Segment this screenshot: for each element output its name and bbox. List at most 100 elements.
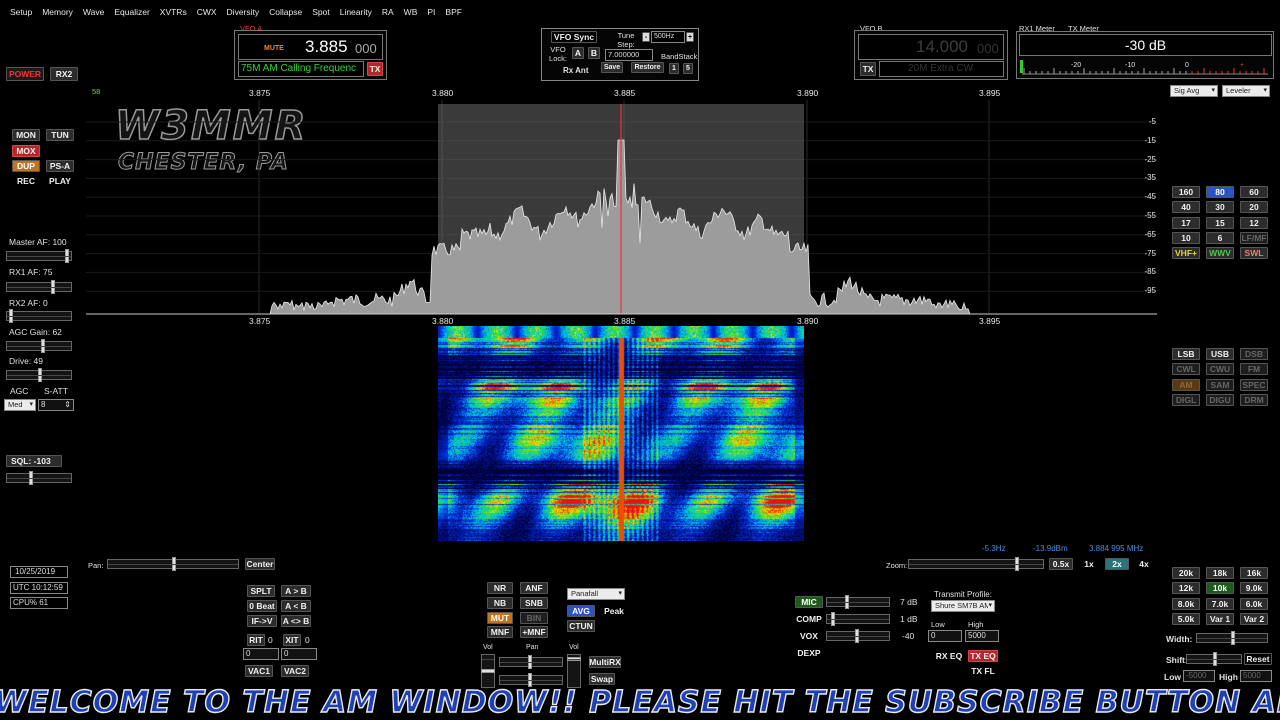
tune-step-value[interactable]: 500Hz [651,31,685,43]
menu-item-diversity[interactable]: Diversity [222,7,265,17]
menu-item-memory[interactable]: Memory [37,7,78,17]
pan-slider[interactable] [107,557,239,571]
band-button-swl[interactable]: SWL [1240,247,1268,260]
mode-button-drm[interactable]: DRM [1240,393,1268,406]
tx-fl-button[interactable]: TX FL [968,665,998,677]
rx1-af-slider[interactable] [6,280,72,294]
rit-button[interactable]: RIT [247,634,265,646]
menu-item-spot[interactable]: Spot [307,7,335,17]
rx2-af-slider[interactable] [6,309,72,323]
zoom-1x-button[interactable]: 1x [1077,558,1101,570]
menu-item-ra[interactable]: RA [377,7,399,17]
filter-button-16k[interactable]: 16k [1240,567,1268,579]
mic-gain-slider[interactable] [826,595,890,609]
rx-meter-mode-select[interactable]: Sig Avg ▾ [1170,85,1218,97]
filter-button-var-1[interactable]: Var 1 [1206,612,1234,625]
menu-item-linearity[interactable]: Linearity [335,7,377,17]
a-to-b-button[interactable]: A > B [281,585,311,597]
band-button-30[interactable]: 30 [1206,201,1234,214]
zoom-0-5x-button[interactable]: 0.5x [1049,558,1073,570]
menu-item-wb[interactable]: WB [399,7,423,17]
vfo-sync-button[interactable]: VFO Sync [551,31,597,43]
menu-item-setup[interactable]: Setup [5,7,37,17]
filter-button-20k[interactable]: 20k [1172,567,1200,579]
rx-ant-label[interactable]: Rx Ant [563,66,588,75]
menu-item-equalizer[interactable]: Equalizer [109,7,154,17]
b-to-a-button[interactable]: A < B [281,600,311,612]
drive-slider[interactable] [6,368,72,382]
power-button[interactable]: POWER [6,67,44,81]
zero-beat-button[interactable]: 0 Beat [247,600,277,612]
zoom-2x-button[interactable]: 2x [1105,558,1129,570]
vox-button[interactable]: VOX [795,630,823,642]
vox-slider[interactable] [826,629,890,643]
vfo-b-tx-button[interactable]: TX [860,62,876,76]
agc-gain-slider[interactable] [6,339,72,353]
filter-button-12k[interactable]: 12k [1172,582,1200,595]
mode-button-lsb[interactable]: LSB [1172,348,1200,360]
band-button-17[interactable]: 17 [1172,216,1200,229]
menu-item-xvtrs[interactable]: XVTRs [155,7,192,17]
mode-button-usb[interactable]: USB [1206,348,1234,360]
band-button-lf-mf[interactable]: LF/MF [1240,231,1268,244]
rx1-pan-slider[interactable] [499,655,563,669]
tx-meter-mode-select[interactable]: Leveler ▾ [1222,85,1270,97]
band-button-60[interactable]: 60 [1240,186,1268,198]
filter-button-6-0k[interactable]: 6.0k [1240,597,1268,610]
tun-button[interactable]: TUN [46,129,74,141]
psa-button[interactable]: PS-A [46,160,74,172]
tx-eq-button[interactable]: TX EQ [968,650,998,662]
nr-button[interactable]: NR [487,582,513,594]
a-swap-b-button[interactable]: A <> B [281,615,311,627]
vac1-button[interactable]: VAC1 [245,665,273,677]
width-slider[interactable] [1196,631,1268,645]
menu-item-collapse[interactable]: Collapse [264,7,307,17]
filter-button-var-2[interactable]: Var 2 [1240,612,1268,625]
filter-button-9-0k[interactable]: 9.0k [1240,582,1268,595]
restore-button[interactable]: Restore [631,62,664,73]
menu-item-cwx[interactable]: CWX [192,7,222,17]
mode-button-dsb[interactable]: DSB [1240,348,1268,360]
band-button-wwv[interactable]: WWV [1206,247,1234,260]
snb-button[interactable]: SNB [520,597,548,609]
master-af-slider[interactable] [6,249,72,263]
menu-item-wave[interactable]: Wave [78,7,109,17]
filter-button-7-0k[interactable]: 7.0k [1206,597,1234,610]
band-button-15[interactable]: 15 [1206,216,1234,229]
dup-button[interactable]: DUP [12,160,40,172]
shift-reset-button[interactable]: Reset [1244,653,1272,665]
rx1-vol-slider[interactable] [481,654,495,688]
tune-step-up[interactable]: + [686,32,694,42]
vfo-lock-b-button[interactable]: B [588,47,600,59]
filter-low-input[interactable]: -5000 [1183,670,1215,682]
rx2-button[interactable]: RX2 [50,67,78,81]
mode-button-cwl[interactable]: CWL [1172,363,1200,376]
ctun-button[interactable]: CTUN [567,620,595,632]
mode-button-spec[interactable]: SPEC [1240,378,1268,391]
band-button-40[interactable]: 40 [1172,201,1200,214]
menu-item-pi[interactable]: PI [422,7,440,17]
vac2-button[interactable]: VAC2 [281,665,309,677]
comp-slider[interactable] [826,612,890,626]
tx-filter-high-input[interactable]: 5000 [965,630,999,642]
mode-button-digu[interactable]: DIGU [1206,393,1234,406]
zoom-slider[interactable] [908,557,1044,571]
mnf-button[interactable]: MNF [487,626,513,638]
vfo-lock-a-button[interactable]: A [572,47,584,59]
split-button[interactable]: SPLT [247,585,275,597]
bandstack-5-button[interactable]: 5 [683,63,693,74]
filter-button-5-0k[interactable]: 5.0k [1172,612,1200,625]
xit-button[interactable]: XIT [283,634,301,646]
if-to-v-button[interactable]: IF->V [247,615,277,627]
multirx-button[interactable]: MultiRX [589,656,621,668]
save-button[interactable]: Save [601,62,623,73]
sql-button[interactable]: SQL: -103 [6,455,62,467]
filter-button-18k[interactable]: 18k [1206,567,1234,579]
rx2-vol-slider[interactable] [567,654,581,688]
xit-offset-input[interactable]: 0 [281,648,317,660]
band-button-6[interactable]: 6 [1206,231,1234,244]
mox-button[interactable]: MOX [12,145,40,157]
rx2-pan-slider[interactable] [499,673,563,687]
swap-button[interactable]: Swap [589,673,615,685]
mode-button-am[interactable]: AM [1172,378,1200,391]
